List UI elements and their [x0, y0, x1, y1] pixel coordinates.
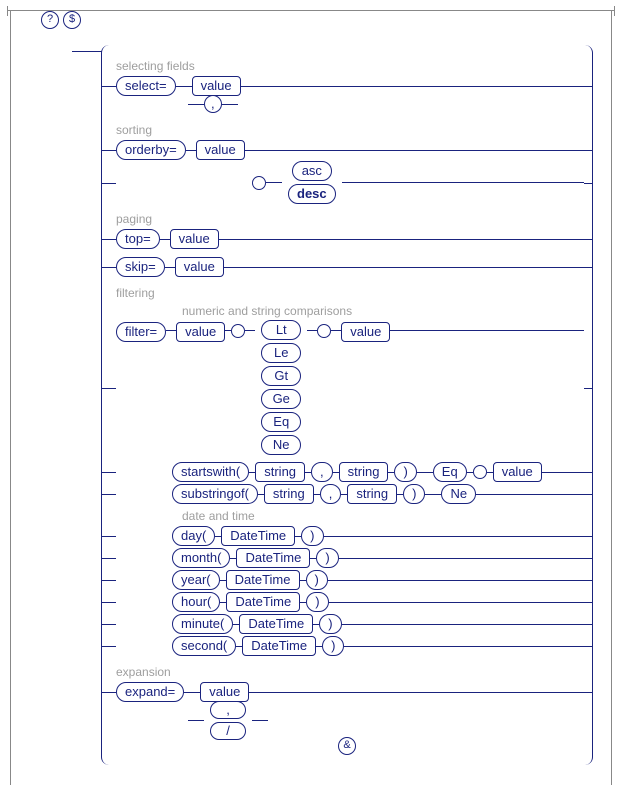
month-row: month( DateTime ) — [102, 547, 592, 569]
selecting-label: selecting fields — [116, 59, 592, 73]
filter-lhs-value: value — [176, 322, 225, 342]
year-row: year( DateTime ) — [102, 569, 592, 591]
minute-arg: DateTime — [239, 614, 313, 634]
startswith-value: value — [493, 462, 542, 482]
filter-op-branch-out — [317, 324, 331, 338]
substringof-comma: , — [320, 484, 342, 504]
expansion-label: expansion — [116, 665, 592, 679]
clauses-container: selecting fields select= value , sorting… — [101, 45, 593, 765]
select-keyword: select= — [116, 76, 176, 96]
minute-rparen: ) — [319, 614, 341, 634]
top-keyword: top= — [116, 229, 160, 249]
second-arg: DateTime — [242, 636, 316, 656]
expand-row: expand= value — [102, 681, 592, 703]
expand-keyword: expand= — [116, 682, 184, 702]
orderby-dir-options: asc desc — [282, 161, 342, 204]
dollar-node: $ — [63, 11, 81, 29]
substringof-arg2: string — [347, 484, 397, 504]
year-rparen: ) — [306, 570, 328, 590]
op-ge: Ge — [261, 389, 301, 409]
startswith-arg2: string — [339, 462, 389, 482]
filter-keyword: filter= — [116, 322, 166, 342]
filter-op-branch-in — [231, 324, 245, 338]
orderby-dir-row: asc desc — [102, 161, 592, 204]
month-arg: DateTime — [236, 548, 310, 568]
select-row: select= value — [102, 75, 592, 97]
month-rparen: ) — [316, 548, 338, 568]
orderby-branch — [252, 176, 266, 190]
skip-row: skip= value — [102, 256, 592, 278]
substringof-row: substringof( string , string ) Ne — [102, 483, 592, 505]
second-row: second( DateTime ) — [102, 635, 592, 657]
substringof-rparen: ) — [403, 484, 425, 504]
prefix-row: ? $ — [11, 19, 611, 39]
top-cap — [7, 10, 615, 19]
year-arg: DateTime — [226, 570, 300, 590]
startswith-rparen: ) — [394, 462, 416, 482]
hour-func: hour( — [172, 592, 220, 612]
day-rparen: ) — [301, 526, 323, 546]
numstr-sublabel: numeric and string comparisons — [182, 304, 592, 318]
orderby-value: value — [196, 140, 245, 160]
startswith-row: startswith( string , string ) Eq value — [102, 461, 592, 483]
orderby-keyword: orderby= — [116, 140, 186, 160]
select-value: value — [192, 76, 241, 96]
skip-keyword: skip= — [116, 257, 165, 277]
filter-compare-row: filter= value Lt Le Gt Ge Eq Ne value — [102, 320, 592, 455]
expand-value: value — [200, 682, 249, 702]
substringof-ne: Ne — [441, 484, 476, 504]
top-row: top= value — [102, 228, 592, 250]
minute-row: minute( DateTime ) — [102, 613, 592, 635]
expand-seps: , / — [204, 701, 252, 740]
hour-row: hour( DateTime ) — [102, 591, 592, 613]
select-loop: , — [116, 97, 584, 115]
expand-loop: , / — [116, 703, 584, 721]
startswith-keyword: startswith( — [172, 462, 249, 482]
year-func: year( — [172, 570, 220, 590]
sorting-label: sorting — [116, 123, 592, 137]
substringof-keyword: substringof( — [172, 484, 258, 504]
op-ne: Ne — [261, 435, 301, 455]
comparison-ops: Lt Le Gt Ge Eq Ne — [255, 320, 307, 455]
asc-option: asc — [292, 161, 332, 181]
skip-value: value — [175, 257, 224, 277]
op-le: Le — [261, 343, 301, 363]
filtering-label: filtering — [116, 286, 592, 300]
top-value: value — [170, 229, 219, 249]
filter-rhs-value: value — [341, 322, 390, 342]
startswith-comma: , — [311, 462, 333, 482]
second-rparen: ) — [322, 636, 344, 656]
desc-option: desc — [288, 184, 336, 204]
second-func: second( — [172, 636, 236, 656]
expand-slash: / — [210, 722, 246, 740]
minute-func: minute( — [172, 614, 233, 634]
datetime-sublabel: date and time — [182, 509, 592, 523]
hour-arg: DateTime — [226, 592, 300, 612]
op-lt: Lt — [261, 320, 301, 340]
substringof-arg1: string — [264, 484, 314, 504]
month-func: month( — [172, 548, 230, 568]
day-arg: DateTime — [221, 526, 295, 546]
eqne-branch — [473, 465, 487, 479]
expand-comma: , — [210, 701, 246, 719]
railroad-diagram: ? $ selecting fields select= value , sor… — [10, 10, 612, 785]
op-eq: Eq — [261, 412, 301, 432]
startswith-arg1: string — [255, 462, 305, 482]
hour-rparen: ) — [306, 592, 328, 612]
orderby-row: orderby= value — [102, 139, 592, 161]
op-gt: Gt — [261, 366, 301, 386]
paging-label: paging — [116, 212, 592, 226]
ampersand-node: & — [338, 737, 356, 755]
startswith-eq: Eq — [433, 462, 467, 482]
select-comma: , — [204, 95, 222, 113]
question-mark-node: ? — [41, 11, 59, 29]
day-func: day( — [172, 526, 215, 546]
joiner-row: & — [102, 737, 592, 755]
day-row: day( DateTime ) — [102, 525, 592, 547]
